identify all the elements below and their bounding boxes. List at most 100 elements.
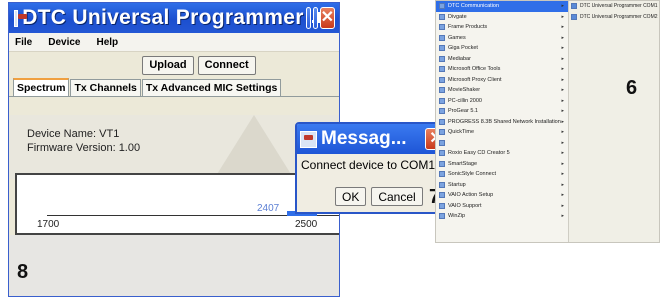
submenu-item[interactable]: DTC Universal Programmer COM1 bbox=[568, 1, 659, 12]
submenu-arrow-icon: ▸ bbox=[561, 160, 564, 167]
folder-icon bbox=[439, 171, 445, 178]
start-menu-item[interactable]: Startup ▸ bbox=[436, 180, 568, 191]
folder-icon bbox=[439, 55, 445, 62]
folder-icon bbox=[439, 118, 445, 125]
start-menu-item-label: Roxio Easy CD Creator 5 bbox=[448, 150, 510, 157]
submenu-arrow-icon: ▸ bbox=[561, 66, 564, 73]
start-menu-item-label: ProGear 5.1 bbox=[448, 108, 478, 115]
submenu-item-label: DTC Universal Programmer COM1 bbox=[580, 3, 658, 10]
start-menu-item-label: Divgate bbox=[448, 13, 467, 20]
start-menu-item[interactable]: MovieShaker ▸ bbox=[436, 85, 568, 96]
start-menu-item-label: WinZip bbox=[448, 213, 466, 220]
folder-icon bbox=[439, 87, 445, 94]
folder-icon bbox=[439, 129, 445, 136]
start-menu-item[interactable]: Roxio Easy CD Creator 5 ▸ bbox=[436, 148, 568, 159]
folder-icon bbox=[439, 66, 445, 73]
start-menu-item-label: QuickTime bbox=[448, 129, 475, 136]
folder-icon bbox=[439, 97, 445, 104]
submenu-arrow-icon: ▸ bbox=[561, 171, 564, 178]
submenu-arrow-icon: ▸ bbox=[561, 97, 564, 104]
tab-tx-channels[interactable]: Tx Channels bbox=[70, 79, 141, 96]
connect-button[interactable]: Connect bbox=[197, 55, 256, 75]
programs-menu: DTC Communication ▸ Divgate ▸ Frame Products… bbox=[436, 1, 569, 242]
start-menu-item[interactable]: VAIO Support ▸ bbox=[436, 201, 568, 212]
menu-help[interactable]: Help bbox=[96, 37, 118, 48]
folder-icon bbox=[439, 181, 445, 188]
frequency-marker: 2407 bbox=[257, 203, 280, 214]
start-menu-item-label: SonicStyle Connect bbox=[448, 171, 496, 178]
start-menu-item[interactable]: Divgate ▸ bbox=[436, 12, 568, 23]
watermark-logo bbox=[214, 115, 294, 179]
start-menu-item[interactable]: Frame Products ▸ bbox=[436, 22, 568, 33]
start-menu-item-label: MovieShaker bbox=[448, 87, 481, 94]
folder-icon bbox=[439, 34, 445, 41]
cancel-button[interactable]: Cancel bbox=[371, 187, 423, 206]
start-menu-item[interactable]: ▸ bbox=[436, 138, 568, 149]
title-bar[interactable]: DTC Universal Programmer ✕ bbox=[9, 3, 339, 33]
start-menu-item[interactable]: QuickTime ▸ bbox=[436, 127, 568, 138]
start-menu-item-label: Giga Pocket bbox=[448, 45, 478, 52]
submenu-item[interactable]: DTC Universal Programmer COM2 bbox=[568, 12, 659, 23]
folder-icon bbox=[439, 213, 445, 220]
start-menu-item[interactable]: Mediabar ▸ bbox=[436, 54, 568, 65]
start-menu-item-label: DTC Communication bbox=[448, 3, 500, 10]
start-menu-item[interactable]: Giga Pocket ▸ bbox=[436, 43, 568, 54]
start-menu-item[interactable]: PC-cillin 2000 ▸ bbox=[436, 96, 568, 107]
folder-icon bbox=[439, 13, 445, 20]
submenu-item-label: DTC Universal Programmer COM2 bbox=[580, 13, 658, 20]
lower-panel: 8 bbox=[9, 235, 339, 296]
firmware-version: Firmware Version: 1.00 bbox=[27, 142, 141, 154]
start-menu-item[interactable]: DTC Communication ▸ bbox=[436, 1, 568, 12]
menu-device[interactable]: Device bbox=[48, 37, 80, 48]
folder-icon bbox=[439, 139, 445, 146]
tick-label-left: 1700 bbox=[37, 219, 60, 230]
dtc-submenu: DTC Universal Programmer COM1 DTC Univers… bbox=[568, 1, 659, 23]
folder-icon bbox=[439, 24, 445, 31]
start-menu-item-label: Microsoft Proxy Client bbox=[448, 76, 502, 83]
maximize-button[interactable] bbox=[312, 7, 328, 29]
start-menu-item[interactable]: PROGRESS 8.3B Shared Network Installatio… bbox=[436, 117, 568, 128]
submenu-arrow-icon: ▸ bbox=[561, 192, 564, 199]
figure-label-8: 8 bbox=[17, 261, 29, 283]
start-menu-item[interactable]: Microsoft Office Tools ▸ bbox=[436, 64, 568, 75]
submenu-arrow-icon: ▸ bbox=[561, 55, 564, 62]
start-menu-item[interactable]: SmartStage ▸ bbox=[436, 159, 568, 170]
program-icon bbox=[571, 13, 577, 20]
minimize-button[interactable] bbox=[305, 7, 321, 29]
close-button[interactable]: ✕ bbox=[319, 7, 335, 29]
dialog-title-bar[interactable]: Messag... ✕ bbox=[297, 124, 450, 154]
submenu-arrow-icon: ▸ bbox=[561, 34, 564, 41]
submenu-arrow-icon: ▸ bbox=[561, 202, 564, 209]
toolbar: Upload Connect bbox=[9, 52, 339, 78]
window-title: DTC Universal Programmer bbox=[22, 6, 304, 29]
start-menu-item[interactable]: VAIO Action Setup ▸ bbox=[436, 190, 568, 201]
tab-spectrum[interactable]: Spectrum bbox=[13, 78, 70, 96]
start-menu-item-label: VAIO Action Setup bbox=[448, 192, 494, 199]
folder-icon bbox=[439, 202, 445, 209]
tab-strip: Spectrum Tx Channels Tx Advanced MIC Set… bbox=[9, 78, 339, 97]
start-menu-item-label: PC-cillin 2000 bbox=[448, 97, 482, 104]
start-menu-item[interactable]: SonicStyle Connect ▸ bbox=[436, 169, 568, 180]
start-menu-item[interactable]: Microsoft Proxy Client ▸ bbox=[436, 75, 568, 86]
submenu-arrow-icon: ▸ bbox=[561, 139, 564, 146]
start-menu-item[interactable]: WinZip ▸ bbox=[436, 211, 568, 222]
start-menu-item[interactable]: Games ▸ bbox=[436, 33, 568, 44]
tab-tx-advanced-mic[interactable]: Tx Advanced MIC Settings bbox=[141, 79, 282, 96]
dialog-message: Connect device to COM1 bbox=[301, 158, 436, 172]
menu-file[interactable]: File bbox=[15, 37, 32, 48]
folder-icon bbox=[439, 76, 445, 83]
start-menu-item-label: Mediabar bbox=[448, 55, 471, 62]
submenu-arrow-icon: ▸ bbox=[561, 150, 564, 157]
folder-icon bbox=[439, 3, 445, 10]
figure-label-6: 6 bbox=[626, 77, 638, 99]
start-menu-item-label: Startup bbox=[448, 181, 466, 188]
submenu-arrow-icon: ▸ bbox=[561, 45, 564, 52]
submenu-arrow-icon: ▸ bbox=[561, 118, 564, 125]
folder-icon bbox=[439, 108, 445, 115]
start-menu-item-label: PROGRESS 8.3B Shared Network Installatio… bbox=[448, 118, 561, 125]
spectrum-graph[interactable]: 2407 1700 2500 bbox=[15, 173, 339, 235]
start-menu-item[interactable]: ProGear 5.1 ▸ bbox=[436, 106, 568, 117]
ok-button[interactable]: OK bbox=[335, 187, 367, 206]
start-menu-item-label: SmartStage bbox=[448, 160, 478, 167]
upload-button[interactable]: Upload bbox=[142, 55, 194, 75]
